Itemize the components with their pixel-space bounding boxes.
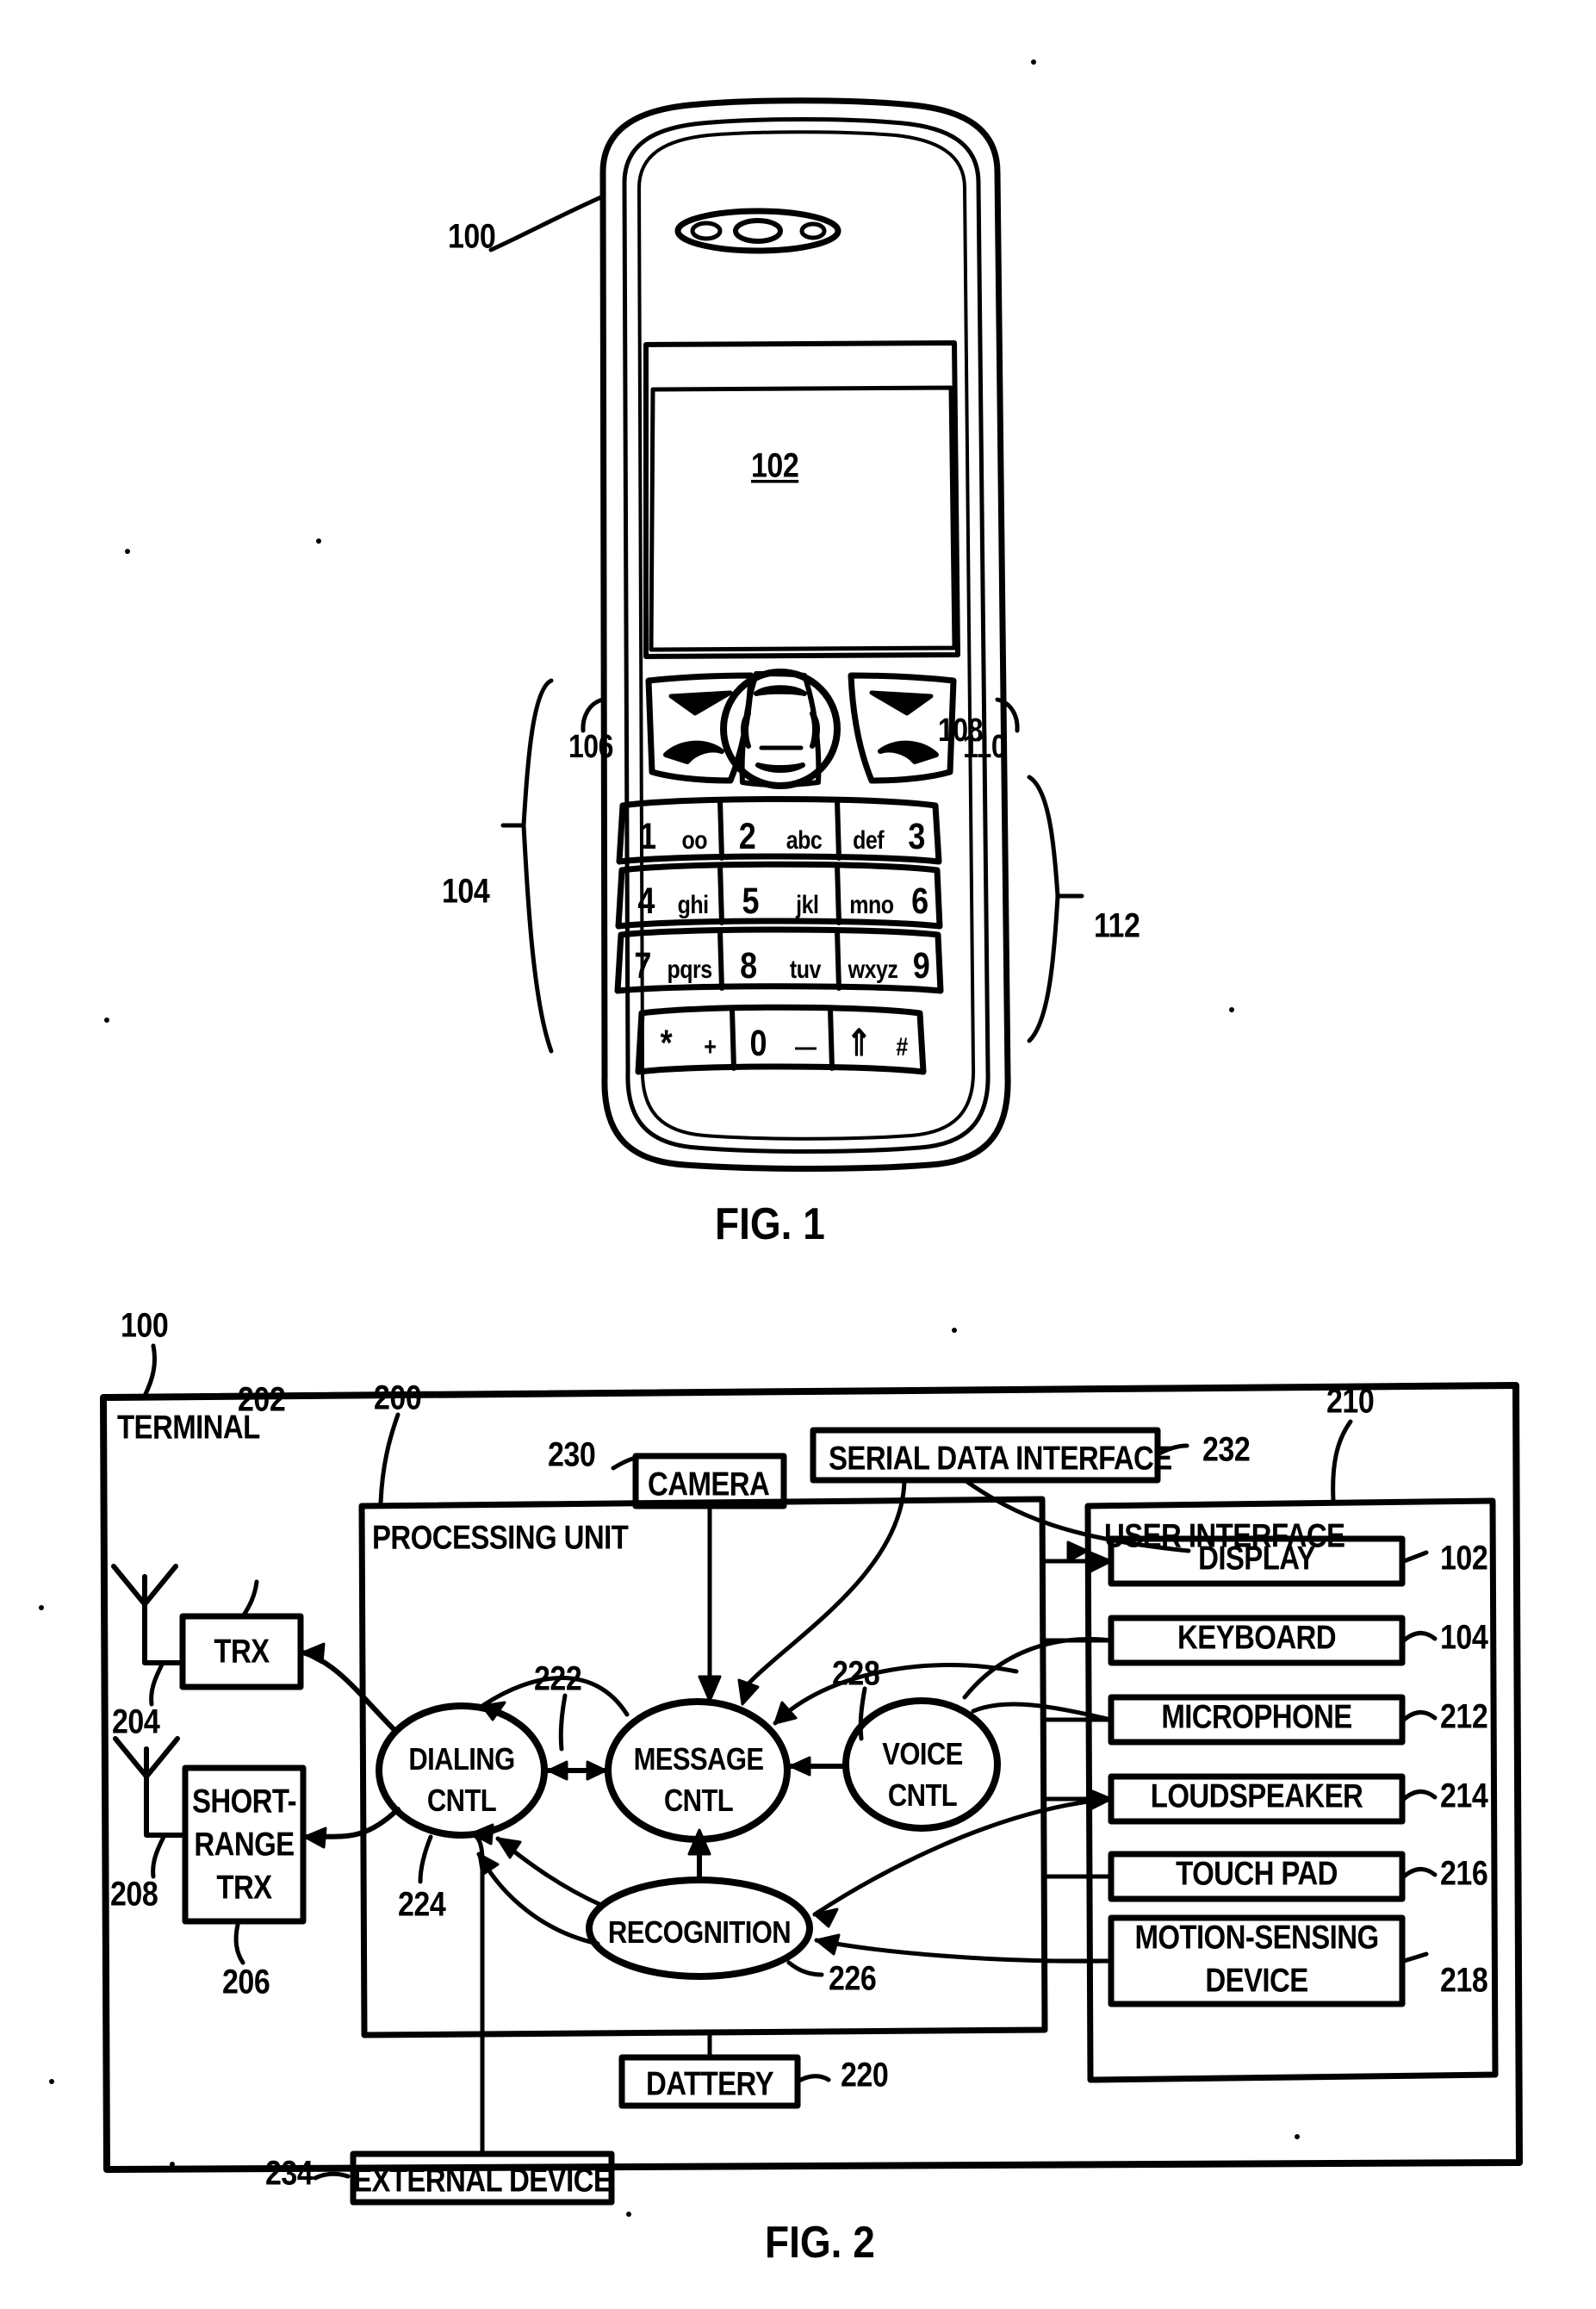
key-digit: 1 — [638, 815, 656, 857]
key-letters: mno — [849, 890, 894, 920]
trx-label: TRX — [214, 1632, 270, 1670]
serial-data-interface-label: SERIAL DATA INTERFACE — [829, 1439, 1172, 1477]
ui-item-label-motion-sensing[interactable]: MOTION-SENSING — [1111, 1918, 1402, 1957]
message-cntl-line2: CNTL — [663, 1783, 734, 1819]
ref-206: 206 — [222, 1963, 270, 2001]
ref-226: 226 — [829, 1959, 877, 1998]
ref-214: 214 — [1440, 1777, 1488, 1815]
key-digit: 8 — [740, 944, 757, 986]
keypad-key-4-ghi[interactable]: 4 ghi — [626, 880, 720, 923]
short-range-trx-line3: TRX — [216, 1868, 272, 1906]
key-digit: ⇑ — [846, 1022, 872, 1064]
ui-item-label-loudspeaker[interactable]: LOUDSPEAKER — [1111, 1777, 1402, 1815]
key-letters: jkl — [796, 890, 819, 920]
ui-item-label-touch-pad[interactable]: TOUCH PAD — [1111, 1854, 1402, 1893]
ref-112-keypad: 112 — [1094, 906, 1140, 945]
keypad-key-1-oo[interactable]: 1 oo — [626, 815, 720, 858]
ref-200: 200 — [374, 1379, 422, 1417]
ref-102: 102 — [1440, 1539, 1488, 1578]
key-letters: pqrs — [667, 955, 712, 985]
ref-220: 220 — [841, 2056, 889, 2094]
key-digit: 5 — [742, 880, 760, 922]
figure-2-caption: FIG. 2 — [765, 2217, 875, 2268]
ref-106-softkey-left: 106 — [568, 728, 613, 765]
ref-102-display: 102 — [751, 446, 799, 485]
keypad-key-9-wxyz[interactable]: wxyz 9 — [841, 944, 937, 987]
ref-222: 222 — [534, 1659, 582, 1698]
recognition-label: RECOGNITION — [607, 1914, 792, 1951]
keypad-key-6-mno[interactable]: mno 6 — [841, 880, 937, 923]
keypad-key-3-def[interactable]: def 3 — [841, 815, 937, 858]
key-letters: wxyz — [848, 955, 898, 985]
ui-item-label-microphone[interactable]: MICROPHONE — [1111, 1697, 1402, 1736]
keypad-key-8-tuv[interactable]: 8 tuv — [723, 944, 837, 987]
battery-label: DATTERY — [646, 2064, 774, 2102]
patent-drawing-page: 100 102 106 108 110 104 112 FIG. 1 1 oo 2 a… — [0, 0, 1596, 2296]
ref-212: 212 — [1440, 1697, 1488, 1736]
keypad-key-2-abc[interactable]: 2 abc — [723, 815, 837, 858]
key-letters: def — [853, 825, 885, 856]
voice-cntl-line2: CNTL — [887, 1777, 958, 1814]
key-digit: 4 — [637, 880, 655, 922]
ref-218: 218 — [1440, 1961, 1488, 2000]
ref-100-fig2: 100 — [121, 1306, 169, 1345]
ref-208: 208 — [110, 1875, 158, 1914]
figure-1-drawing — [104, 59, 1234, 1172]
camera-label: CAMERA — [648, 1465, 770, 1503]
processing-unit-label: PROCESSING UNIT — [372, 1518, 629, 1556]
key-letters: tuv — [789, 955, 822, 985]
dialing-cntl-line2: CNTL — [426, 1783, 497, 1819]
ui-item-label-keyboard[interactable]: KEYBOARD — [1111, 1618, 1402, 1657]
ref-202: 202 — [238, 1380, 286, 1419]
ref-104-keyboard: 104 — [442, 872, 490, 911]
key-digit: 7 — [634, 944, 651, 986]
ref-232: 232 — [1202, 1430, 1251, 1469]
ref-216: 216 — [1440, 1854, 1488, 1893]
ref-104: 104 — [1440, 1618, 1488, 1657]
keypad-key-0-—[interactable]: 0— — [736, 1022, 830, 1065]
ui-item-label-display[interactable]: DISPLAY — [1111, 1539, 1402, 1578]
key-letters: # — [896, 1032, 908, 1062]
key-letters: + — [704, 1032, 717, 1062]
dialing-cntl-line1: DIALING — [408, 1741, 515, 1777]
key-digit: 3 — [908, 815, 925, 857]
ref-100-fig1: 100 — [448, 217, 496, 256]
ref-210: 210 — [1326, 1382, 1375, 1421]
voice-cntl-line1: VOICE — [882, 1736, 963, 1772]
key-digit: * — [660, 1022, 673, 1064]
keypad-key-⇑-#[interactable]: ⇑ # — [834, 1022, 920, 1065]
ref-204: 204 — [112, 1702, 160, 1741]
key-digit: 6 — [911, 880, 928, 922]
ref-110-softkey-right: 110 — [963, 728, 1007, 765]
key-digit: 2 — [738, 815, 756, 857]
short-range-trx-line1: SHORT- — [191, 1782, 297, 1820]
short-range-trx-line2: RANGE — [194, 1825, 295, 1863]
external-device-label: EXTERNAL DEVICE — [353, 2161, 612, 2199]
ref-230: 230 — [548, 1435, 596, 1474]
ref-228: 228 — [832, 1654, 880, 1693]
figure-1-caption: FIG. 1 — [715, 1198, 825, 1249]
ui-item-label-device[interactable]: DEVICE — [1111, 1961, 1402, 2000]
keypad-key-*-+[interactable]: * + — [644, 1022, 732, 1065]
ref-234: 234 — [265, 2154, 314, 2193]
key-letters: ghi — [677, 890, 710, 920]
keypad-key-5-jkl[interactable]: 5 jkl — [723, 880, 837, 923]
key-letters: abc — [786, 825, 823, 856]
keypad-key-7-pqrs[interactable]: 7 pqrs — [626, 944, 720, 987]
message-cntl-line1: MESSAGE — [633, 1741, 764, 1777]
ref-224: 224 — [398, 1885, 446, 1924]
key-digit: 0 — [749, 1022, 767, 1064]
key-letters: oo — [681, 825, 707, 856]
key-letters: — — [795, 1032, 817, 1062]
key-digit: 9 — [912, 944, 930, 986]
